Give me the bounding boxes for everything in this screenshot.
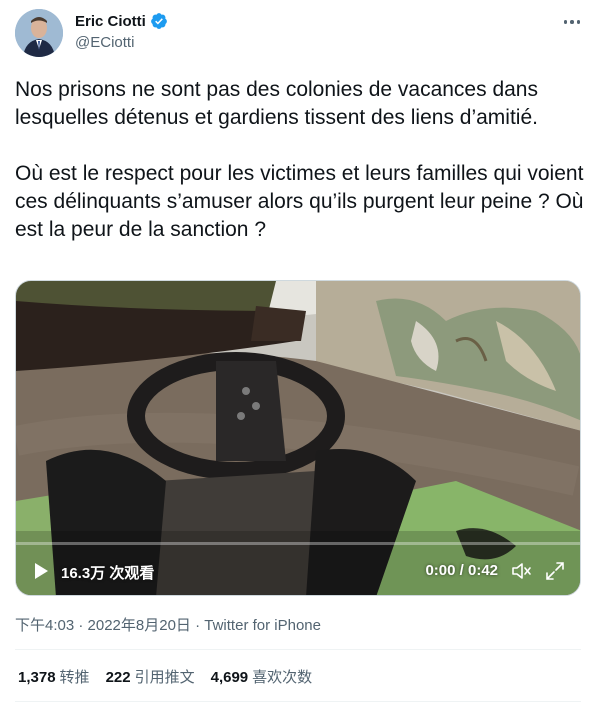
retweet-count: 1,378 xyxy=(18,669,56,686)
more-dot-icon xyxy=(563,20,568,24)
tweet-meta: 下午4:03 · 2022年8月20日 · Twitter for iPhone xyxy=(15,614,321,635)
video-time: 0:00 / 0:42 xyxy=(425,562,498,579)
video-controls: 16.3万 次观看 0:00 / 0:42 xyxy=(16,547,580,595)
avatar[interactable] xyxy=(15,9,63,57)
more-dot-icon xyxy=(570,20,574,24)
retweets-stat[interactable]: 1,378 转推 xyxy=(18,666,90,687)
video-view-count: 16.3万 次观看 xyxy=(61,565,155,582)
author-name[interactable]: Eric Ciotti xyxy=(75,13,146,30)
like-count: 4,699 xyxy=(210,669,249,686)
divider xyxy=(15,649,581,650)
play-icon[interactable] xyxy=(32,562,50,580)
more-dot-icon xyxy=(576,20,581,24)
quote-count: 222 xyxy=(105,669,131,686)
tweet-source[interactable]: Twitter for iPhone xyxy=(204,617,321,634)
tweet-text: Nos prisons ne sont pas des colonies de … xyxy=(15,78,584,241)
tweet-stats: 1,378 转推 222 引用推文 4,699 喜欢次数 xyxy=(18,666,312,687)
retweet-label: 转推 xyxy=(59,669,90,686)
quotes-stat[interactable]: 222 引用推文 xyxy=(106,666,195,687)
fullscreen-icon[interactable] xyxy=(544,560,566,582)
more-options-button[interactable] xyxy=(557,10,587,34)
avatar-photo xyxy=(15,9,63,57)
volume-icon[interactable] xyxy=(510,560,532,582)
tweet-timestamp[interactable]: 下午4:03 · 2022年8月20日 · xyxy=(15,617,204,634)
quote-label: 引用推文 xyxy=(134,669,195,686)
video-progress-bar[interactable] xyxy=(16,542,580,545)
author-name-row[interactable]: Eric Ciotti xyxy=(75,12,168,30)
likes-stat[interactable]: 4,699 喜欢次数 xyxy=(211,666,313,687)
video-player[interactable]: 16.3万 次观看 0:00 / 0:42 xyxy=(15,280,581,596)
author-handle[interactable]: @ECiotti xyxy=(75,34,134,51)
like-label: 喜欢次数 xyxy=(252,669,313,686)
verified-badge-icon xyxy=(150,13,167,29)
